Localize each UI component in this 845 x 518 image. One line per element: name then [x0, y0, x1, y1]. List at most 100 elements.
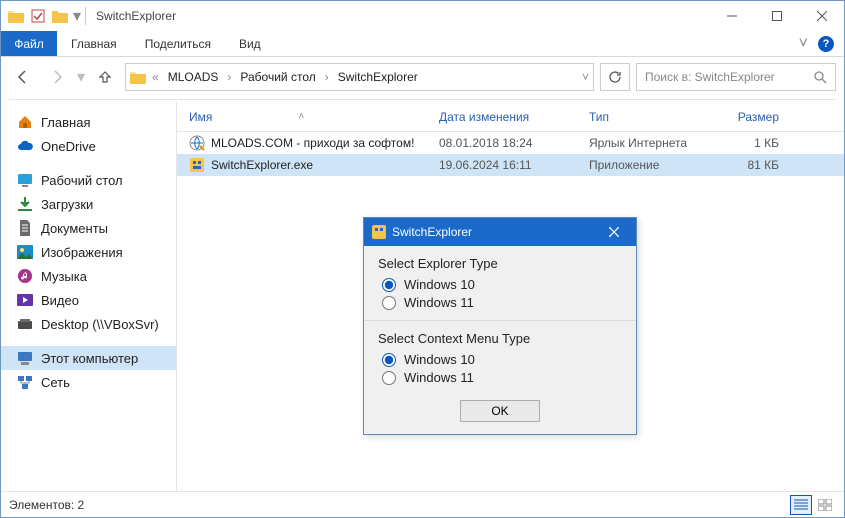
- pc-icon: [17, 350, 33, 366]
- netfolder-icon: [17, 316, 33, 332]
- ribbon-tab-view[interactable]: Вид: [225, 31, 275, 56]
- ribbon-file-tab[interactable]: Файл: [1, 31, 57, 56]
- sidebar-item-label: Видео: [41, 293, 79, 308]
- dialog-ok-button[interactable]: OK: [460, 400, 540, 422]
- file-size: 1 КБ: [709, 136, 779, 150]
- sidebar-item-label: Этот компьютер: [41, 351, 138, 366]
- sidebar-item-music[interactable]: Музыка: [1, 264, 176, 288]
- sidebar-item-onedrive[interactable]: OneDrive: [1, 134, 176, 158]
- nav-forward-button[interactable]: [43, 63, 71, 91]
- qat-folder-icon[interactable]: [7, 7, 25, 25]
- search-icon: [813, 70, 827, 84]
- help-icon[interactable]: ?: [818, 36, 834, 52]
- column-size[interactable]: Размер: [709, 110, 779, 124]
- radio-explorer-win11[interactable]: Windows 11: [382, 295, 622, 310]
- address-dropdown-icon[interactable]: ˅: [582, 70, 589, 84]
- qat-dropdown-icon[interactable]: ▾: [73, 6, 81, 26]
- nav-back-button[interactable]: [9, 63, 37, 91]
- ribbon-tab-share[interactable]: Поделиться: [131, 31, 225, 56]
- sidebar-item-label: Музыка: [41, 269, 87, 284]
- sidebar-item-desktop[interactable]: Рабочий стол: [1, 168, 176, 192]
- sidebar-item-home[interactable]: Главная: [1, 110, 176, 134]
- video-icon: [17, 292, 33, 308]
- home-icon: [17, 114, 33, 130]
- sidebar-item-network[interactable]: Сеть: [1, 370, 176, 394]
- dialog-group-label-context: Select Context Menu Type: [378, 331, 622, 346]
- network-icon: [17, 374, 33, 390]
- ribbon: Файл Главная Поделиться Вид ˅ ?: [1, 31, 844, 57]
- file-type: Ярлык Интернета: [589, 136, 709, 150]
- app-icon: [189, 157, 205, 173]
- sidebar-item-downloads[interactable]: Загрузки: [1, 192, 176, 216]
- nav-history-dropdown[interactable]: ▾: [77, 67, 85, 87]
- status-text: Элементов: 2: [9, 498, 84, 512]
- column-type[interactable]: Тип: [589, 110, 709, 124]
- web-shortcut-icon: [189, 135, 205, 151]
- switchexplorer-dialog[interactable]: SwitchExplorer Select Explorer Type Wind…: [363, 217, 637, 435]
- folder-icon: [130, 70, 146, 84]
- maximize-button[interactable]: [754, 1, 799, 31]
- search-input[interactable]: Поиск в: SwitchExplorer: [636, 63, 836, 91]
- sidebar-item-label: Изображения: [41, 245, 123, 260]
- qat-check-icon[interactable]: [29, 7, 47, 25]
- titlebar[interactable]: ▾ SwitchExplorer: [1, 1, 844, 31]
- chevron-right-icon[interactable]: ›: [225, 70, 233, 84]
- radio-context-win10[interactable]: Windows 10: [382, 352, 622, 367]
- file-row[interactable]: SwitchExplorer.exe 19.06.2024 16:11 Прил…: [177, 154, 844, 176]
- breadcrumb-prefix: «: [150, 70, 161, 84]
- minimize-button[interactable]: [709, 1, 754, 31]
- sidebar-item-pictures[interactable]: Изображения: [1, 240, 176, 264]
- file-type: Приложение: [589, 158, 709, 172]
- address-bar[interactable]: « MLOADS › Рабочий стол › SwitchExplorer…: [125, 63, 594, 91]
- sidebar[interactable]: Главная OneDrive Рабочий стол Загрузки Д…: [1, 102, 177, 491]
- cloud-icon: [17, 138, 33, 154]
- column-name[interactable]: Имя˄: [189, 110, 439, 124]
- dialog-title: SwitchExplorer: [392, 225, 472, 239]
- column-date[interactable]: Дата изменения: [439, 110, 589, 124]
- navbar: ▾ « MLOADS › Рабочий стол › SwitchExplor…: [1, 57, 844, 97]
- file-row[interactable]: MLOADS.COM - приходи за софтом! 08.01.20…: [177, 132, 844, 154]
- dialog-titlebar[interactable]: SwitchExplorer: [364, 218, 636, 246]
- column-headers[interactable]: Имя˄ Дата изменения Тип Размер: [177, 102, 844, 132]
- sidebar-item-label: Рабочий стол: [41, 173, 123, 188]
- sidebar-item-documents[interactable]: Документы: [1, 216, 176, 240]
- breadcrumb-1[interactable]: MLOADS: [165, 70, 222, 84]
- radio-explorer-win10[interactable]: Windows 10: [382, 277, 622, 292]
- breadcrumb-2[interactable]: Рабочий стол: [237, 70, 318, 84]
- sidebar-item-label: Сеть: [41, 375, 70, 390]
- breadcrumb-3[interactable]: SwitchExplorer: [335, 70, 421, 84]
- qat-separator: [85, 7, 86, 25]
- picture-icon: [17, 244, 33, 260]
- dialog-close-button[interactable]: [600, 218, 628, 246]
- ribbon-tab-home[interactable]: Главная: [57, 31, 131, 56]
- view-tiles-button[interactable]: [814, 495, 836, 515]
- sidebar-item-label: Desktop (\\VBoxSvr): [41, 317, 159, 332]
- file-date: 19.06.2024 16:11: [439, 158, 589, 172]
- close-button[interactable]: [799, 1, 844, 31]
- qat-newfolder-icon[interactable]: [51, 7, 69, 25]
- download-icon: [17, 196, 33, 212]
- refresh-button[interactable]: [600, 63, 630, 91]
- window-title: SwitchExplorer: [96, 9, 176, 23]
- dialog-group-label-explorer: Select Explorer Type: [378, 256, 622, 271]
- view-details-button[interactable]: [790, 495, 812, 515]
- file-name: SwitchExplorer.exe: [211, 158, 313, 172]
- nav-divider: [9, 99, 836, 100]
- chevron-right-icon[interactable]: ›: [323, 70, 331, 84]
- nav-up-button[interactable]: [91, 63, 119, 91]
- sidebar-item-label: OneDrive: [41, 139, 96, 154]
- sidebar-item-label: Загрузки: [41, 197, 93, 212]
- file-size: 81 КБ: [709, 158, 779, 172]
- desktop-icon: [17, 172, 33, 188]
- sidebar-item-videos[interactable]: Видео: [1, 288, 176, 312]
- search-placeholder: Поиск в: SwitchExplorer: [645, 70, 813, 84]
- file-date: 08.01.2018 18:24: [439, 136, 589, 150]
- document-icon: [17, 220, 33, 236]
- radio-context-win11[interactable]: Windows 11: [382, 370, 622, 385]
- music-icon: [17, 268, 33, 284]
- dialog-divider: [364, 320, 636, 321]
- sidebar-item-thispc[interactable]: Этот компьютер: [1, 346, 176, 370]
- sidebar-item-netdesktop[interactable]: Desktop (\\VBoxSvr): [1, 312, 176, 336]
- ribbon-expand-icon[interactable]: ˅: [799, 35, 808, 53]
- dialog-app-icon: [372, 225, 386, 239]
